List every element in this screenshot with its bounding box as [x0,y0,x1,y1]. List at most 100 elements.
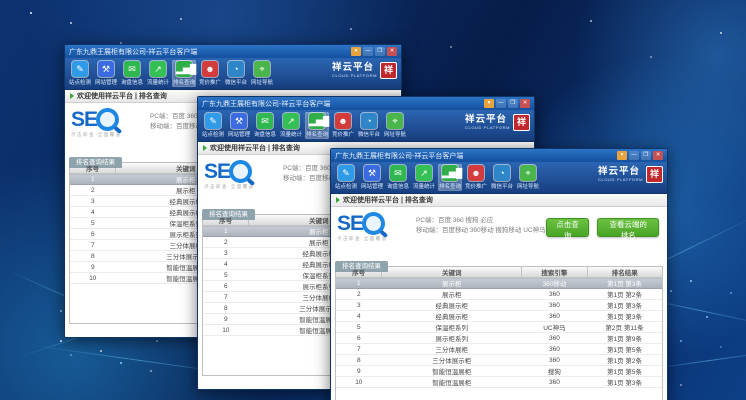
toolbar-item-site-manage[interactable]: ⚒网站管理 [94,60,118,87]
toolbar-item-bid-promo[interactable]: ☻竞价推广 [198,60,222,87]
toolbar-item-label: 微信平台 [357,130,381,138]
content-area: SE 点击即查 全面覆盖 PC端：百度 360 搜狗 必应 移动端：百度移动 3… [331,207,667,400]
toolbar-item-label: 流量统计 [279,130,303,138]
title-bar[interactable]: 广东九鼎王展柜有限公司-祥云平台客户端 ▾ — ❐ ✕ [65,45,401,58]
toolbar-item-site-check[interactable]: ✎站点检测 [201,112,225,139]
toolbar-item-inquiry-info[interactable]: ✉询盘信息 [386,164,410,191]
table-row[interactable]: 8三分体展示柜360第1页 第2条 [336,355,662,366]
table-cell: 10 [70,273,116,284]
table-cell: 智能恒温展柜 [382,377,522,388]
table-cell: 360 [522,344,587,355]
toolbar-item-label: 网站管理 [360,182,384,190]
toolbar-item-site-check[interactable]: ✎站点检测 [334,164,358,191]
table-cell: 9 [336,366,382,377]
seo-logo: SE 点击即查 全面覆盖 [337,212,410,242]
toolbar-item-site-nav[interactable]: ⌖网址导航 [383,112,407,139]
table-cell: 4 [70,207,116,218]
site-check-icon: ✎ [205,113,221,129]
toolbar-item-label: 站点检测 [334,182,358,190]
toolbar-item-site-check[interactable]: ✎站点检测 [68,60,92,87]
site-nav-icon: ⌖ [387,113,403,129]
toolbar-item-label: 排名查询 [172,78,196,86]
title-bar[interactable]: 广东九鼎王展柜有限公司-祥云平台客户端 ▾ — ❐ ✕ [331,149,667,162]
notice-text: 欢迎使用祥云平台 | 排名查询 [77,91,167,101]
table-cell: 9 [203,314,249,325]
results-table: 序号关键词搜索引擎排名结果 1展示柜360移动第1页 第3条2展示柜360第1页… [335,266,663,400]
table-cell: 搜狗 [522,366,587,377]
table-cell: 5 [70,218,116,229]
toolbar-item-traffic-stats[interactable]: ↗流量统计 [412,164,436,191]
query-button[interactable]: 点击查询 [546,218,590,237]
skin-button[interactable]: ▾ [484,99,494,108]
toolbar-item-bid-promo[interactable]: ☻竞价推广 [331,112,355,139]
maximize-button[interactable]: ❐ [508,99,518,108]
column-header: 排名结果 [587,267,662,278]
toolbar-item-wechat-platform[interactable]: ◔微信平台 [357,112,381,139]
table-row[interactable]: 10智能恒温展柜360第1页 第3条 [336,377,662,388]
toolbar-item-label: 询盘信息 [386,182,410,190]
magnifier-icon [229,160,252,183]
close-button[interactable]: ✕ [387,47,397,56]
toolbar-item-label: 网站管理 [227,130,251,138]
toolbar-item-site-manage[interactable]: ⚒网站管理 [360,164,384,191]
toolbar-item-rank-query[interactable]: ▂▅█排名查询 [172,60,196,87]
site-check-icon: ✎ [72,61,88,77]
minimize-button[interactable]: — [629,151,639,160]
seo-logo-text: SE [337,213,363,234]
toolbar-item-wechat-platform[interactable]: ◔微信平台 [224,60,248,87]
toolbar-item-traffic-stats[interactable]: ↗流量统计 [146,60,170,87]
site-nav-icon: ⌖ [254,61,270,77]
magnifier-icon [362,212,385,235]
table-row[interactable]: 3经典展示柜360第1页 第3条 [336,300,662,311]
title-bar[interactable]: 广东九鼎王展柜有限公司-祥云平台客户端 ▾ — ❐ ✕ [198,97,534,110]
site-manage-icon: ⚒ [98,61,114,77]
window-title: 广东九鼎王展柜有限公司-祥云平台客户端 [202,99,484,109]
bid-promo-icon: ☻ [468,165,484,181]
minimize-button[interactable]: — [363,47,373,56]
table-cell: 展示柜系列 [382,333,522,344]
main-toolbar: ✎站点检测⚒网站管理✉询盘信息↗流量统计▂▅█排名查询☻竞价推广◔微信平台⌖网址… [65,58,401,90]
skin-button[interactable]: ▾ [617,151,627,160]
table-row[interactable]: 5保温柜系列UC神马第2页 第11条 [336,322,662,333]
toolbar-item-inquiry-info[interactable]: ✉询盘信息 [120,60,144,87]
table-cell: 展示柜 [382,278,522,289]
maximize-button[interactable]: ❐ [641,151,651,160]
table-cell: 4 [203,259,249,270]
minimize-button[interactable]: — [496,99,506,108]
toolbar-item-wechat-platform[interactable]: ◔微信平台 [490,164,514,191]
inquiry-info-icon: ✉ [257,113,273,129]
view-cloud-rank-button[interactable]: 查看云端的排名 [597,218,659,237]
toolbar-item-label: 微信平台 [224,78,248,86]
table-cell: 6 [203,281,249,292]
skin-button[interactable]: ▾ [351,47,361,56]
table-row[interactable]: 4经典展示柜360第1页 第3条 [336,311,662,322]
toolbar-item-inquiry-info[interactable]: ✉询盘信息 [253,112,277,139]
toolbar-item-label: 微信平台 [490,182,514,190]
table-row[interactable]: 1展示柜360移动第1页 第3条 [336,278,662,289]
table-row[interactable]: 7三分体展柜360第1页 第5条 [336,344,662,355]
toolbar-item-rank-query[interactable]: ▂▅█排名查询 [305,112,329,139]
inquiry-info-icon: ✉ [124,61,140,77]
table-row[interactable]: 6展示柜系列360第1页 第9条 [336,333,662,344]
brand-subtitle: CLOUD PLATFORM [598,177,643,182]
table-cell: 7 [336,344,382,355]
table-row[interactable]: 9智能恒温展柜搜狗第1页 第5条 [336,366,662,377]
close-button[interactable]: ✕ [653,151,663,160]
close-button[interactable]: ✕ [520,99,530,108]
traffic-stats-icon: ↗ [283,113,299,129]
brand-badge-icon: 祥 [380,62,397,79]
toolbar-item-site-manage[interactable]: ⚒网站管理 [227,112,251,139]
app-window: 广东九鼎王展柜有限公司-祥云平台客户端 ▾ — ❐ ✕ ✎站点检测⚒网站管理✉询… [330,148,668,400]
toolbar-item-site-nav[interactable]: ⌖网址导航 [250,60,274,87]
brand-logo: 祥云平台 CLOUD PLATFORM 祥 [598,166,663,183]
toolbar-item-bid-promo[interactable]: ☻竞价推广 [464,164,488,191]
table-row[interactable]: 2展示柜360第1页 第2条 [336,289,662,300]
maximize-button[interactable]: ❐ [375,47,385,56]
toolbar-item-rank-query[interactable]: ▂▅█排名查询 [438,164,462,191]
toolbar-item-traffic-stats[interactable]: ↗流量统计 [279,112,303,139]
toolbar-item-label: 网址导航 [383,130,407,138]
toolbar-item-site-nav[interactable]: ⌖网址导航 [516,164,540,191]
bid-promo-icon: ☻ [335,113,351,129]
table-cell: 10 [203,325,249,336]
flag-icon [70,93,74,99]
